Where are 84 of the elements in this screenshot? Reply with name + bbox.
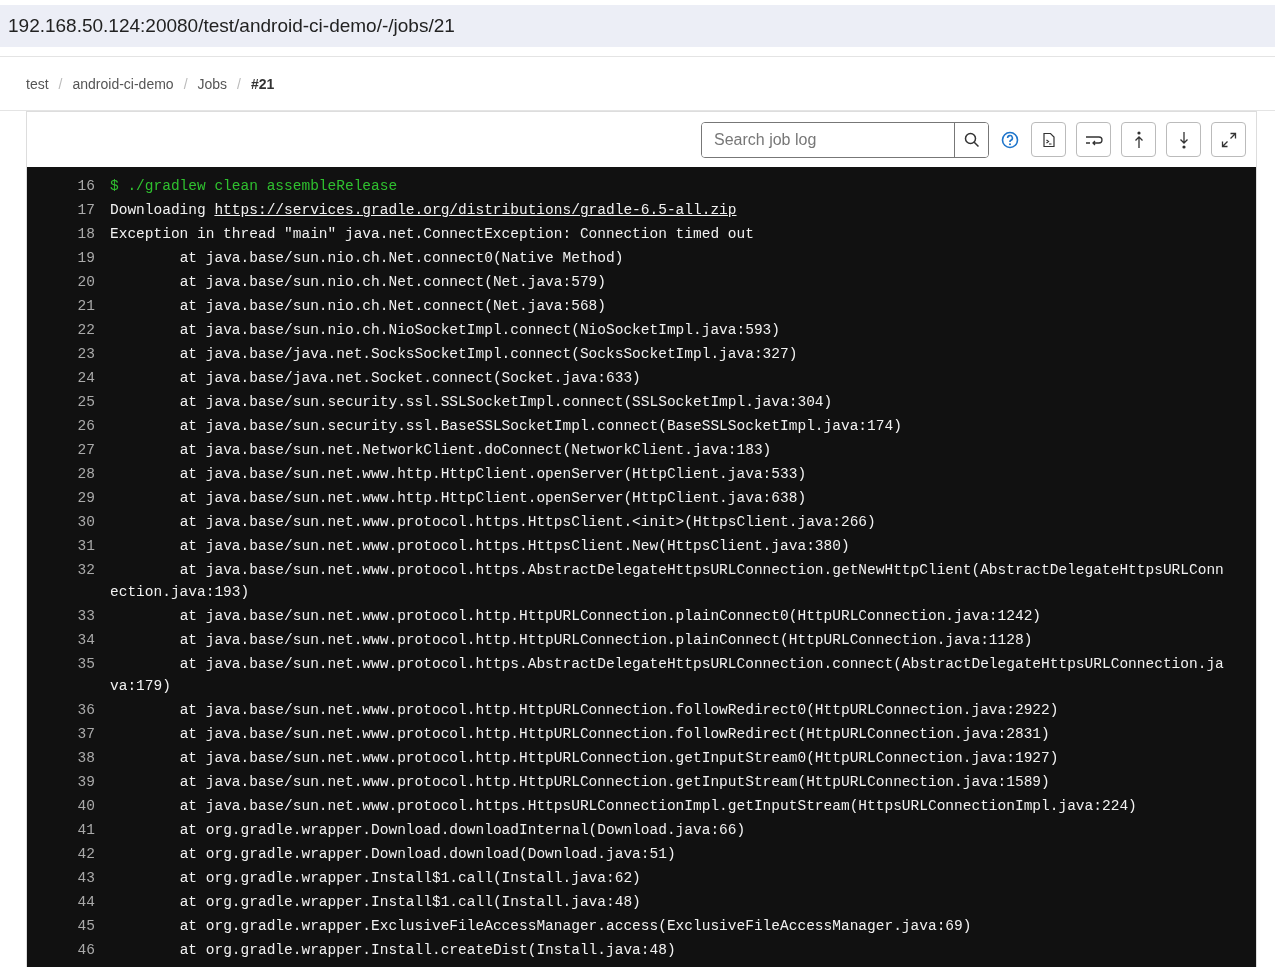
log-link[interactable]: https://services.gradle.org/distributions/gradle-6.5-all.zip (214, 202, 737, 218)
line-number: 31 (76, 537, 95, 556)
line-number: 40 (76, 797, 95, 816)
log-line-text: at java.base/sun.security.ssl.SSLSocketImpl.connect(SSLSocketImpl.java:304) (178, 393, 834, 412)
line-number: 28 (76, 465, 95, 484)
search-icon (963, 131, 980, 148)
log-line-text: at org.gradle.wrapper.Download.download(Download.java:51) (178, 845, 677, 864)
log-line-text: at java.base/sun.net.NetworkClient.doConnect(NetworkClient.java:183) (178, 441, 773, 460)
log-line-text: at org.gradle.wrapper.ExclusiveFileAccessManager.access(ExclusiveFileAccessManager.java:69) (178, 917, 973, 936)
line-number: 35 (76, 655, 95, 674)
log-line-text: Downloading https://services.gradle.org/distributions/gradle-6.5-all.zip (110, 201, 738, 220)
line-number: 34 (76, 631, 95, 650)
breadcrumb-link[interactable]: android-ci-demo (72, 75, 174, 92)
address-bar[interactable]: 192.168.50.124:20080/test/android-ci-demo/-/jobs/21 (0, 5, 1275, 48)
log-line-text: at java.base/sun.nio.ch.Net.connect(Net.java:568) (178, 297, 607, 316)
line-number: 36 (76, 701, 95, 720)
line-number: 22 (76, 321, 95, 340)
line-number: 38 (76, 749, 95, 768)
terminal-file-icon (1040, 131, 1057, 148)
log-line-text: at java.base/sun.net.www.protocol.https.HttpsClient.<init>(HttpsClient.java:266) (178, 513, 877, 532)
breadcrumb-separator: / (58, 75, 63, 92)
log-line-text: at org.gradle.wrapper.Download.downloadInternal(Download.java:66) (178, 821, 747, 840)
line-number: 29 (76, 489, 95, 508)
log-line-text: at org.gradle.wrapper.Install$1.call(Install.java:62) (178, 869, 642, 888)
wrap-lines-button[interactable] (1076, 122, 1111, 157)
log-line-text: $ ./gradlew clean assembleRelease (110, 177, 399, 196)
line-number: 30 (76, 513, 95, 532)
line-number: 27 (76, 441, 95, 460)
line-number: 26 (76, 417, 95, 436)
line-number: 17 (76, 201, 95, 220)
log-line-text: at java.base/sun.net.www.protocol.http.HttpURLConnection.followRedirect0(HttpURLConnection.java:2922) (178, 701, 1060, 720)
fullscreen-button[interactable] (1211, 122, 1246, 157)
line-number: 45 (76, 917, 95, 936)
breadcrumb-separator: / (237, 75, 241, 92)
line-number: 16 (76, 177, 95, 196)
log-line-text: at java.base/sun.nio.ch.NioSocketImpl.connect(NioSocketImpl.java:593) (178, 321, 782, 340)
line-number: 20 (76, 273, 95, 292)
log-line-text: at org.gradle.wrapper.Install$1.call(Install.java:48) (178, 893, 642, 912)
breadcrumb-link[interactable]: #21 (251, 75, 275, 92)
arrow-down-icon (1177, 130, 1190, 149)
breadcrumb-separator: / (183, 75, 188, 92)
line-number: 23 (76, 345, 95, 364)
breadcrumb-link[interactable]: Jobs (197, 75, 228, 92)
log-line-text: at java.base/sun.net.www.protocol.https.AbstractDelegateHttpsURLConnection.getNewHttpClient(AbstractDelegateHttpsURLConnection.java:193) (110, 561, 1225, 602)
log-line-text: at java.base/java.net.Socket.connect(Socket.java:633) (178, 369, 642, 388)
log-line-text: at java.base/sun.security.ssl.BaseSSLSocketImpl.connect(BaseSSLSocketImpl.java:174) (178, 417, 903, 436)
log-line-text: at java.base/sun.nio.ch.Net.connect(Net.java:579) (178, 273, 607, 292)
expand-icon (1220, 131, 1237, 148)
log-line-text: at java.base/sun.net.www.protocol.http.HttpURLConnection.plainConnect0(HttpURLConnection.java:1242) (178, 607, 1043, 626)
line-number: 18 (76, 225, 95, 244)
line-number: 37 (76, 725, 95, 744)
scroll-top-button[interactable] (1121, 122, 1156, 157)
log-line-text: at java.base/java.net.SocksSocketImpl.connect(SocksSocketImpl.java:327) (178, 345, 799, 364)
line-number: 41 (76, 821, 95, 840)
log-line-text: at java.base/sun.net.www.protocol.http.HttpURLConnection.plainConnect(HttpURLConnection.java:1128) (178, 631, 1034, 650)
line-number: 43 (76, 869, 95, 888)
line-number: 21 (76, 297, 95, 316)
log-line-text: at java.base/sun.net.www.protocol.https.HttpsURLConnectionImpl.getInputStream(HttpsURLConnectionImpl.java:224) (178, 797, 1138, 816)
line-number: 32 (76, 561, 95, 580)
breadcrumb-link[interactable]: test (26, 75, 49, 92)
help-icon[interactable] (1001, 130, 1019, 149)
log-line-text: at java.base/sun.nio.ch.Net.connect0(Native Method) (178, 249, 625, 268)
log-line-text: at java.base/sun.net.www.protocol.http.HttpURLConnection.getInputStream(HttpURLConnection.java:1589) (178, 773, 1051, 792)
scroll-bottom-button[interactable] (1166, 122, 1201, 157)
log-line-text: at java.base/sun.net.www.http.HttpClient.openServer(HttpClient.java:533) (178, 465, 808, 484)
line-number: 39 (76, 773, 95, 792)
line-number: 44 (76, 893, 95, 912)
raw-log-button[interactable] (1031, 122, 1066, 157)
log-line-text: at java.base/sun.net.www.protocol.https.AbstractDelegateHttpsURLConnection.connect(AbstractDelegateHttpsURLConnection.java:179) (110, 655, 1225, 696)
log-line-text: at java.base/sun.net.www.protocol.https.HttpsClient.New(HttpsClient.java:380) (178, 537, 851, 556)
line-number: 42 (76, 845, 95, 864)
line-number: 33 (76, 607, 95, 626)
search-field[interactable]: Search job log (701, 121, 989, 158)
log-line-text: at java.base/sun.net.www.protocol.http.HttpURLConnection.getInputStream0(HttpURLConnection.java:1927) (178, 749, 1060, 768)
log-line-text: at java.base/sun.net.www.protocol.http.HttpURLConnection.followRedirect(HttpURLConnection.java:2831) (178, 725, 1051, 744)
search-button[interactable] (954, 122, 988, 157)
line-number: 24 (76, 369, 95, 388)
line-number: 25 (76, 393, 95, 412)
url-text: 192.168.50.124:20080/test/android-ci-demo/-/jobs/21 (8, 15, 455, 37)
log-line-text: at java.base/sun.net.www.http.HttpClient.openServer(HttpClient.java:638) (178, 489, 808, 508)
line-number: 19 (76, 249, 95, 268)
line-number: 46 (76, 941, 95, 960)
log-line-text: at org.gradle.wrapper.Install.createDist(Install.java:48) (178, 941, 677, 960)
log-line-text: Exception in thread "main" java.net.ConnectException: Connection timed out (110, 225, 755, 244)
